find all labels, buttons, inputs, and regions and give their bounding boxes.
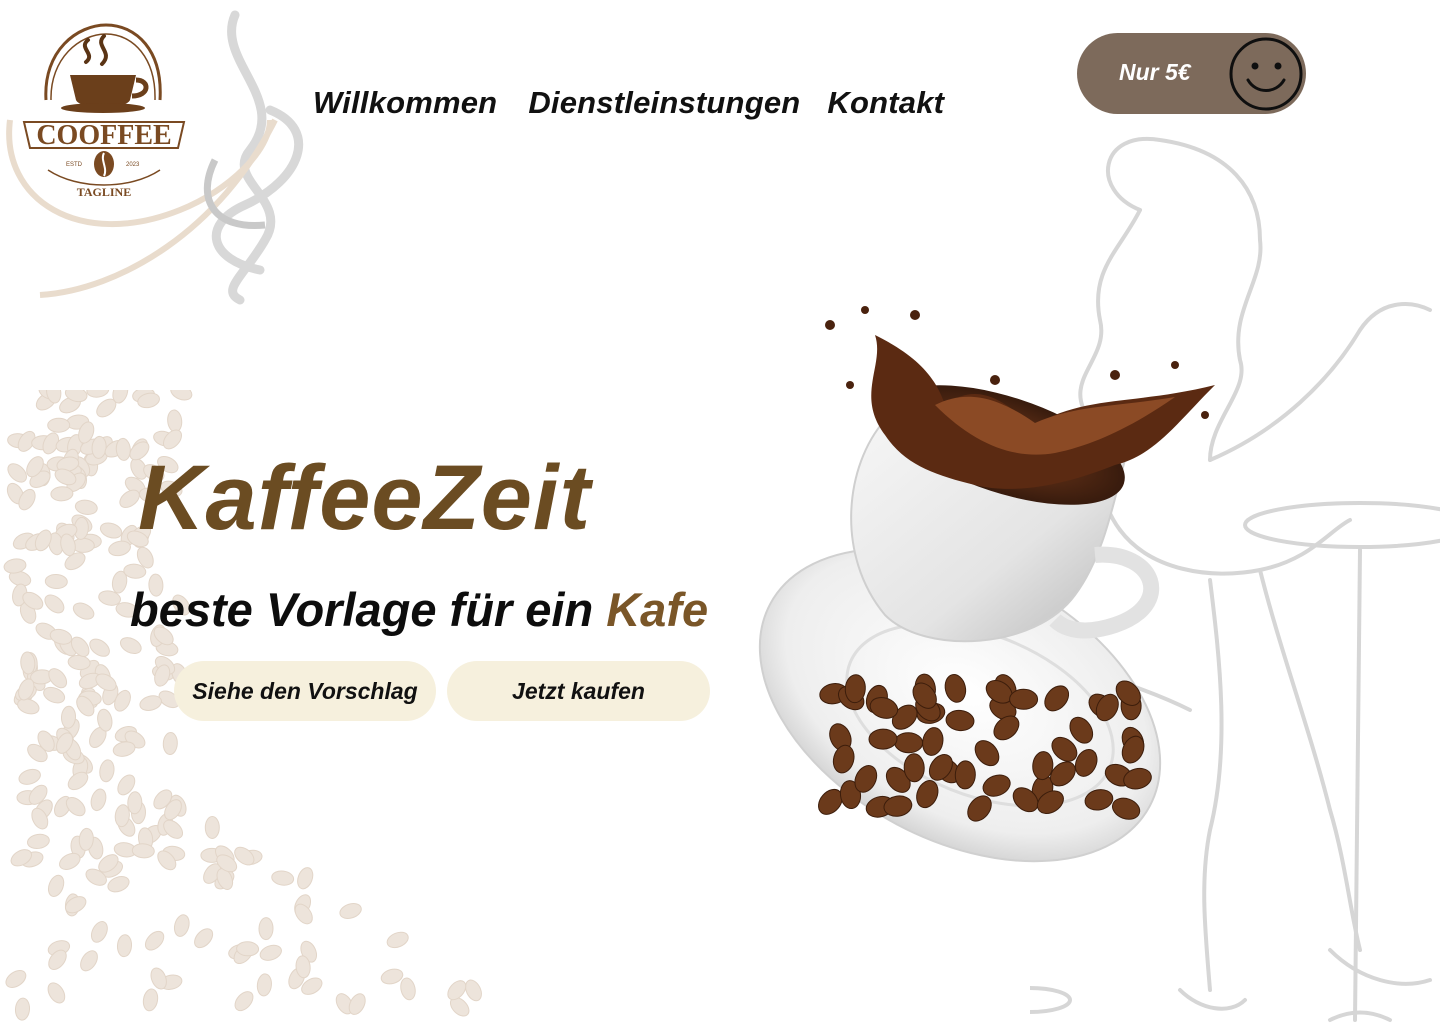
- hero-subtitle-accent: Kafe: [606, 583, 709, 636]
- see-proposal-button[interactable]: Siehe den Vorschlag: [174, 661, 436, 721]
- price-badge-button[interactable]: Nur 5€: [1077, 33, 1306, 114]
- nav-link-dienstleistungen[interactable]: Dienstleinstungen: [528, 84, 800, 122]
- cooffee-logo: COOFFEE ESTD 2023 TAGLINE: [22, 23, 186, 199]
- logo-wordmark: COOFFEE: [36, 120, 171, 151]
- logo-tagline: TAGLINE: [77, 185, 131, 199]
- main-navigation: Willkommen Dienstleinstungen Kontakt: [313, 84, 944, 122]
- buy-now-button[interactable]: Jetzt kaufen: [447, 661, 710, 721]
- smiley-icon: [1229, 37, 1303, 111]
- nav-link-kontakt[interactable]: Kontakt: [827, 84, 944, 122]
- coffee-cup-splash-image: [758, 306, 1215, 863]
- hero-subtitle-main: beste Vorlage für ein: [130, 583, 607, 636]
- logo-est: ESTD: [66, 162, 83, 168]
- hero-title: KaffeeZeit: [138, 447, 592, 549]
- hero-subtitle: beste Vorlage für ein Kafe: [130, 582, 708, 638]
- nav-link-willkommen[interactable]: Willkommen: [313, 84, 497, 122]
- logo-year: 2023: [126, 162, 140, 168]
- price-label: Nur 5€: [1119, 59, 1191, 85]
